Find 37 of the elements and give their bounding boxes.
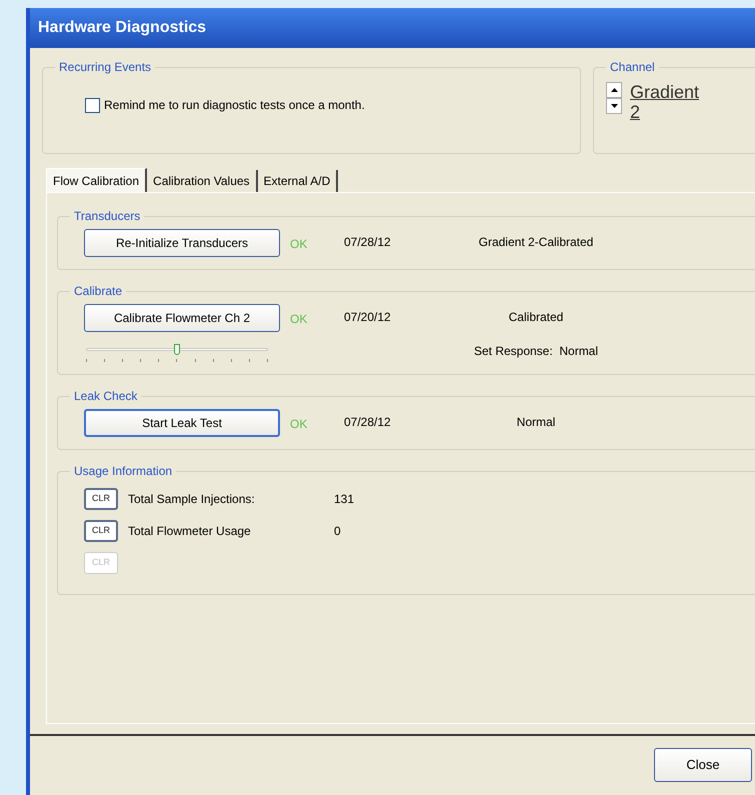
clear-button[interactable]: CLR [84, 520, 118, 542]
date-text: 07/28/12 [344, 234, 392, 251]
status-text: OK [290, 236, 308, 253]
slider-thumb[interactable] [174, 344, 180, 355]
result-text: Gradient 2-Calibrated [478, 234, 594, 251]
group-label: Transducers [73, 208, 142, 225]
group-label: Usage Information [73, 463, 174, 480]
spin-down-button[interactable] [606, 98, 622, 114]
note-text: Set Response: Normal [474, 343, 598, 360]
spin-up-button[interactable] [606, 82, 622, 98]
result-text: Normal [516, 414, 556, 431]
group-label: Channel [609, 59, 656, 76]
usage-value: 0 [334, 523, 341, 540]
channel-value[interactable]: Gradient 2 [630, 82, 710, 122]
close-button[interactable]: Close [654, 748, 752, 782]
usage-label: Total Flowmeter Usage [128, 523, 252, 540]
usage-value: 131 [334, 491, 354, 508]
group-label: Leak Check [73, 388, 138, 405]
clear-button[interactable]: CLR [84, 488, 118, 510]
up-arrow-icon [610, 88, 618, 92]
usage-label: Total Sample Injections: [128, 491, 256, 508]
checkbox[interactable] [85, 98, 100, 112]
status-text: OK [290, 311, 308, 328]
tab[interactable]: Flow Calibration [46, 168, 148, 192]
result-text: Calibrated [508, 309, 564, 326]
response-slider[interactable] [86, 344, 268, 362]
action-button[interactable]: Re-Initialize Transducers [84, 229, 280, 257]
group-label: Calibrate [73, 283, 124, 300]
window-title: Hardware Diagnostics [38, 18, 206, 38]
date-text: 07/20/12 [344, 309, 392, 326]
action-button[interactable]: Start Leak Test [84, 409, 280, 437]
status-text: OK [290, 416, 308, 433]
action-button[interactable]: Calibrate Flowmeter Ch 2 [84, 304, 280, 332]
date-text: 07/28/12 [344, 414, 392, 431]
down-arrow-icon [610, 104, 618, 108]
checkbox-label: Remind me to run diagnostic tests once a month. [104, 97, 365, 114]
group-label: Recurring Events [58, 59, 152, 76]
